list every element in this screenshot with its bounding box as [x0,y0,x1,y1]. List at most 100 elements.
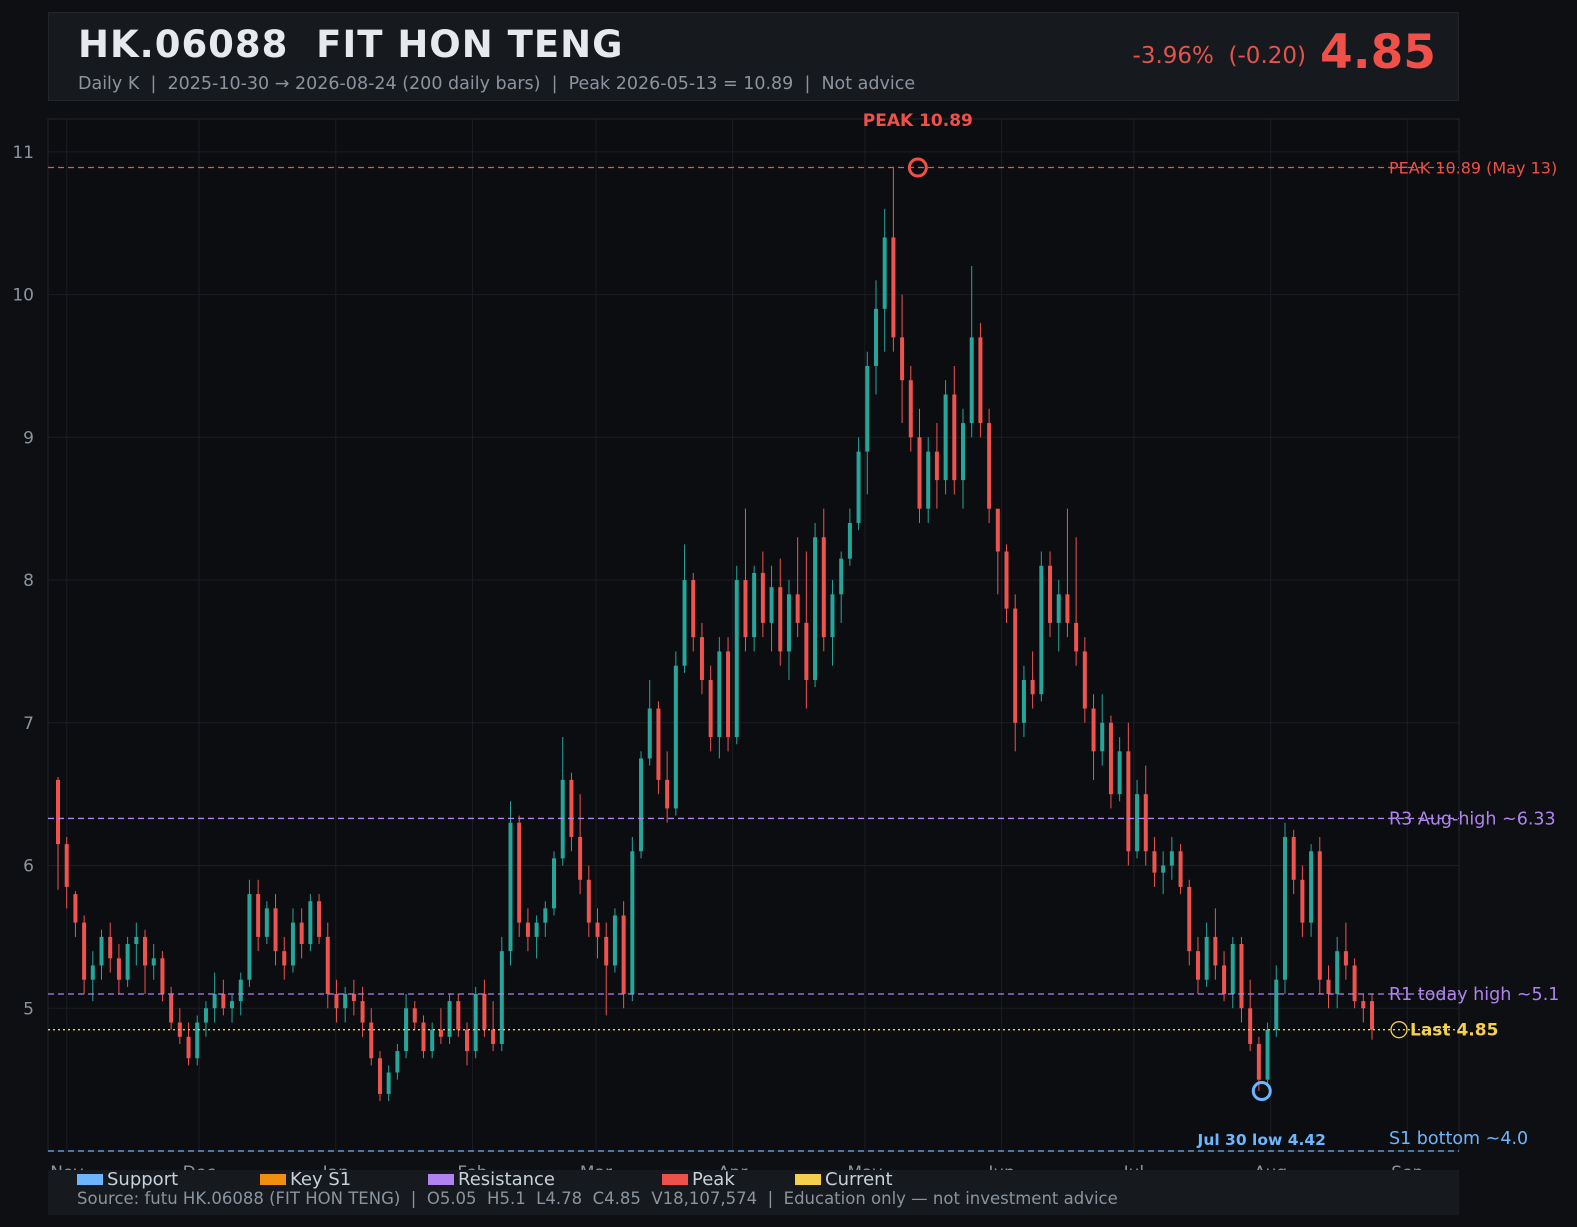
candle-body [717,651,722,738]
candle-body [1317,851,1322,980]
candle-body [821,537,826,638]
candle-body [665,779,670,809]
candle-body [491,1029,496,1044]
legend-label: Peak [692,1169,735,1190]
candle-body [438,1029,443,1037]
candle-body [1204,936,1209,980]
y-tick-label: 5 [23,999,34,1019]
candle-body [865,365,870,452]
candle-body [395,1051,400,1073]
candle-body [795,594,800,623]
candle-body [282,951,287,966]
y-tick-label: 6 [23,857,34,877]
candle-body [1352,965,1357,1002]
candle-body [961,423,966,481]
candle-body [752,572,757,638]
candle-body [1135,794,1140,852]
candle-body [1213,936,1218,966]
candle-body [847,522,852,559]
legend-label: Support [107,1169,179,1190]
candle-body [882,237,887,309]
candle-body [508,822,513,952]
candle-body [1265,1029,1270,1080]
candle-body [169,993,174,1023]
candle-body [934,451,939,481]
candle-body [186,1036,191,1059]
level-label: PEAK 10.89 (May 13) [1389,159,1557,178]
candle-body [1222,965,1227,994]
legend-label: Resistance [458,1169,555,1190]
candle-body [1126,751,1131,852]
candle-body [1108,722,1113,795]
candle-body [552,858,557,909]
candle-body [969,337,974,424]
candle-body [769,587,774,623]
candle-body [908,380,913,438]
candle-body [917,437,922,509]
candle-body [1230,944,1235,994]
candle-body [151,958,156,966]
legend-label: Key S1 [290,1169,352,1190]
candle-body [1169,851,1174,866]
candle-body [1195,951,1200,980]
candle-body [1291,836,1296,880]
candle-body [839,558,844,595]
y-tick-label: 10 [12,286,34,306]
candle-body [134,936,139,945]
candle-body [1074,622,1079,652]
candlestick-chart: 567891011NovDecJanFebMarAprMayJunJulAugS… [12,111,1559,1183]
candle-body [221,993,226,1009]
candle-body [543,908,548,923]
candle-body [743,580,748,638]
candle-body [900,337,905,381]
candle-body [108,936,113,959]
candle-body [639,758,644,852]
candle-body [778,587,783,652]
candle-body [708,679,713,738]
candle-body [1239,944,1244,1009]
candle-body [56,779,60,845]
candle-body [160,958,165,994]
candle-body [125,944,130,980]
candle-body [1056,594,1061,623]
candle-body [82,922,87,980]
legend-footer: Support Key S1 Resistance Peak Current S… [48,1170,1459,1215]
candle-body [978,337,983,424]
candle-body [343,993,348,1009]
legend-swatch [428,1173,454,1185]
candle-body [604,936,609,966]
y-tick-label: 8 [23,571,34,591]
candle-body [830,594,835,638]
candle-body [891,237,896,338]
y-tick-label: 11 [12,143,34,163]
candle-body [116,958,121,980]
candle-body [90,965,95,980]
low-annotation: Jul 30 low 4.42 [1197,1131,1326,1149]
candle-body [308,901,313,945]
candle-body [560,779,565,859]
candle-body [290,922,295,966]
candle-body [534,922,539,937]
candle-body [1187,886,1192,952]
legend-swatch [662,1173,688,1185]
candle-body [1309,851,1314,923]
candle-body [412,1008,417,1023]
candle-body [299,922,304,945]
candle-body [952,394,957,481]
candle-body [386,1072,391,1094]
candle-body [726,651,731,738]
candle-body [212,993,217,1009]
candle-body [143,936,148,966]
candle-body [1248,1008,1253,1044]
candle-body [317,901,322,937]
candle-body [1178,851,1183,887]
candle-body [595,922,600,937]
candle-body [517,822,522,923]
candle-body [369,1022,374,1059]
candle-body [621,915,626,994]
candle-body [377,1058,382,1094]
candle-body [1039,565,1044,695]
candle-body [430,1029,435,1052]
candle-body [256,894,261,937]
legend-item-support: Support [77,1170,178,1190]
